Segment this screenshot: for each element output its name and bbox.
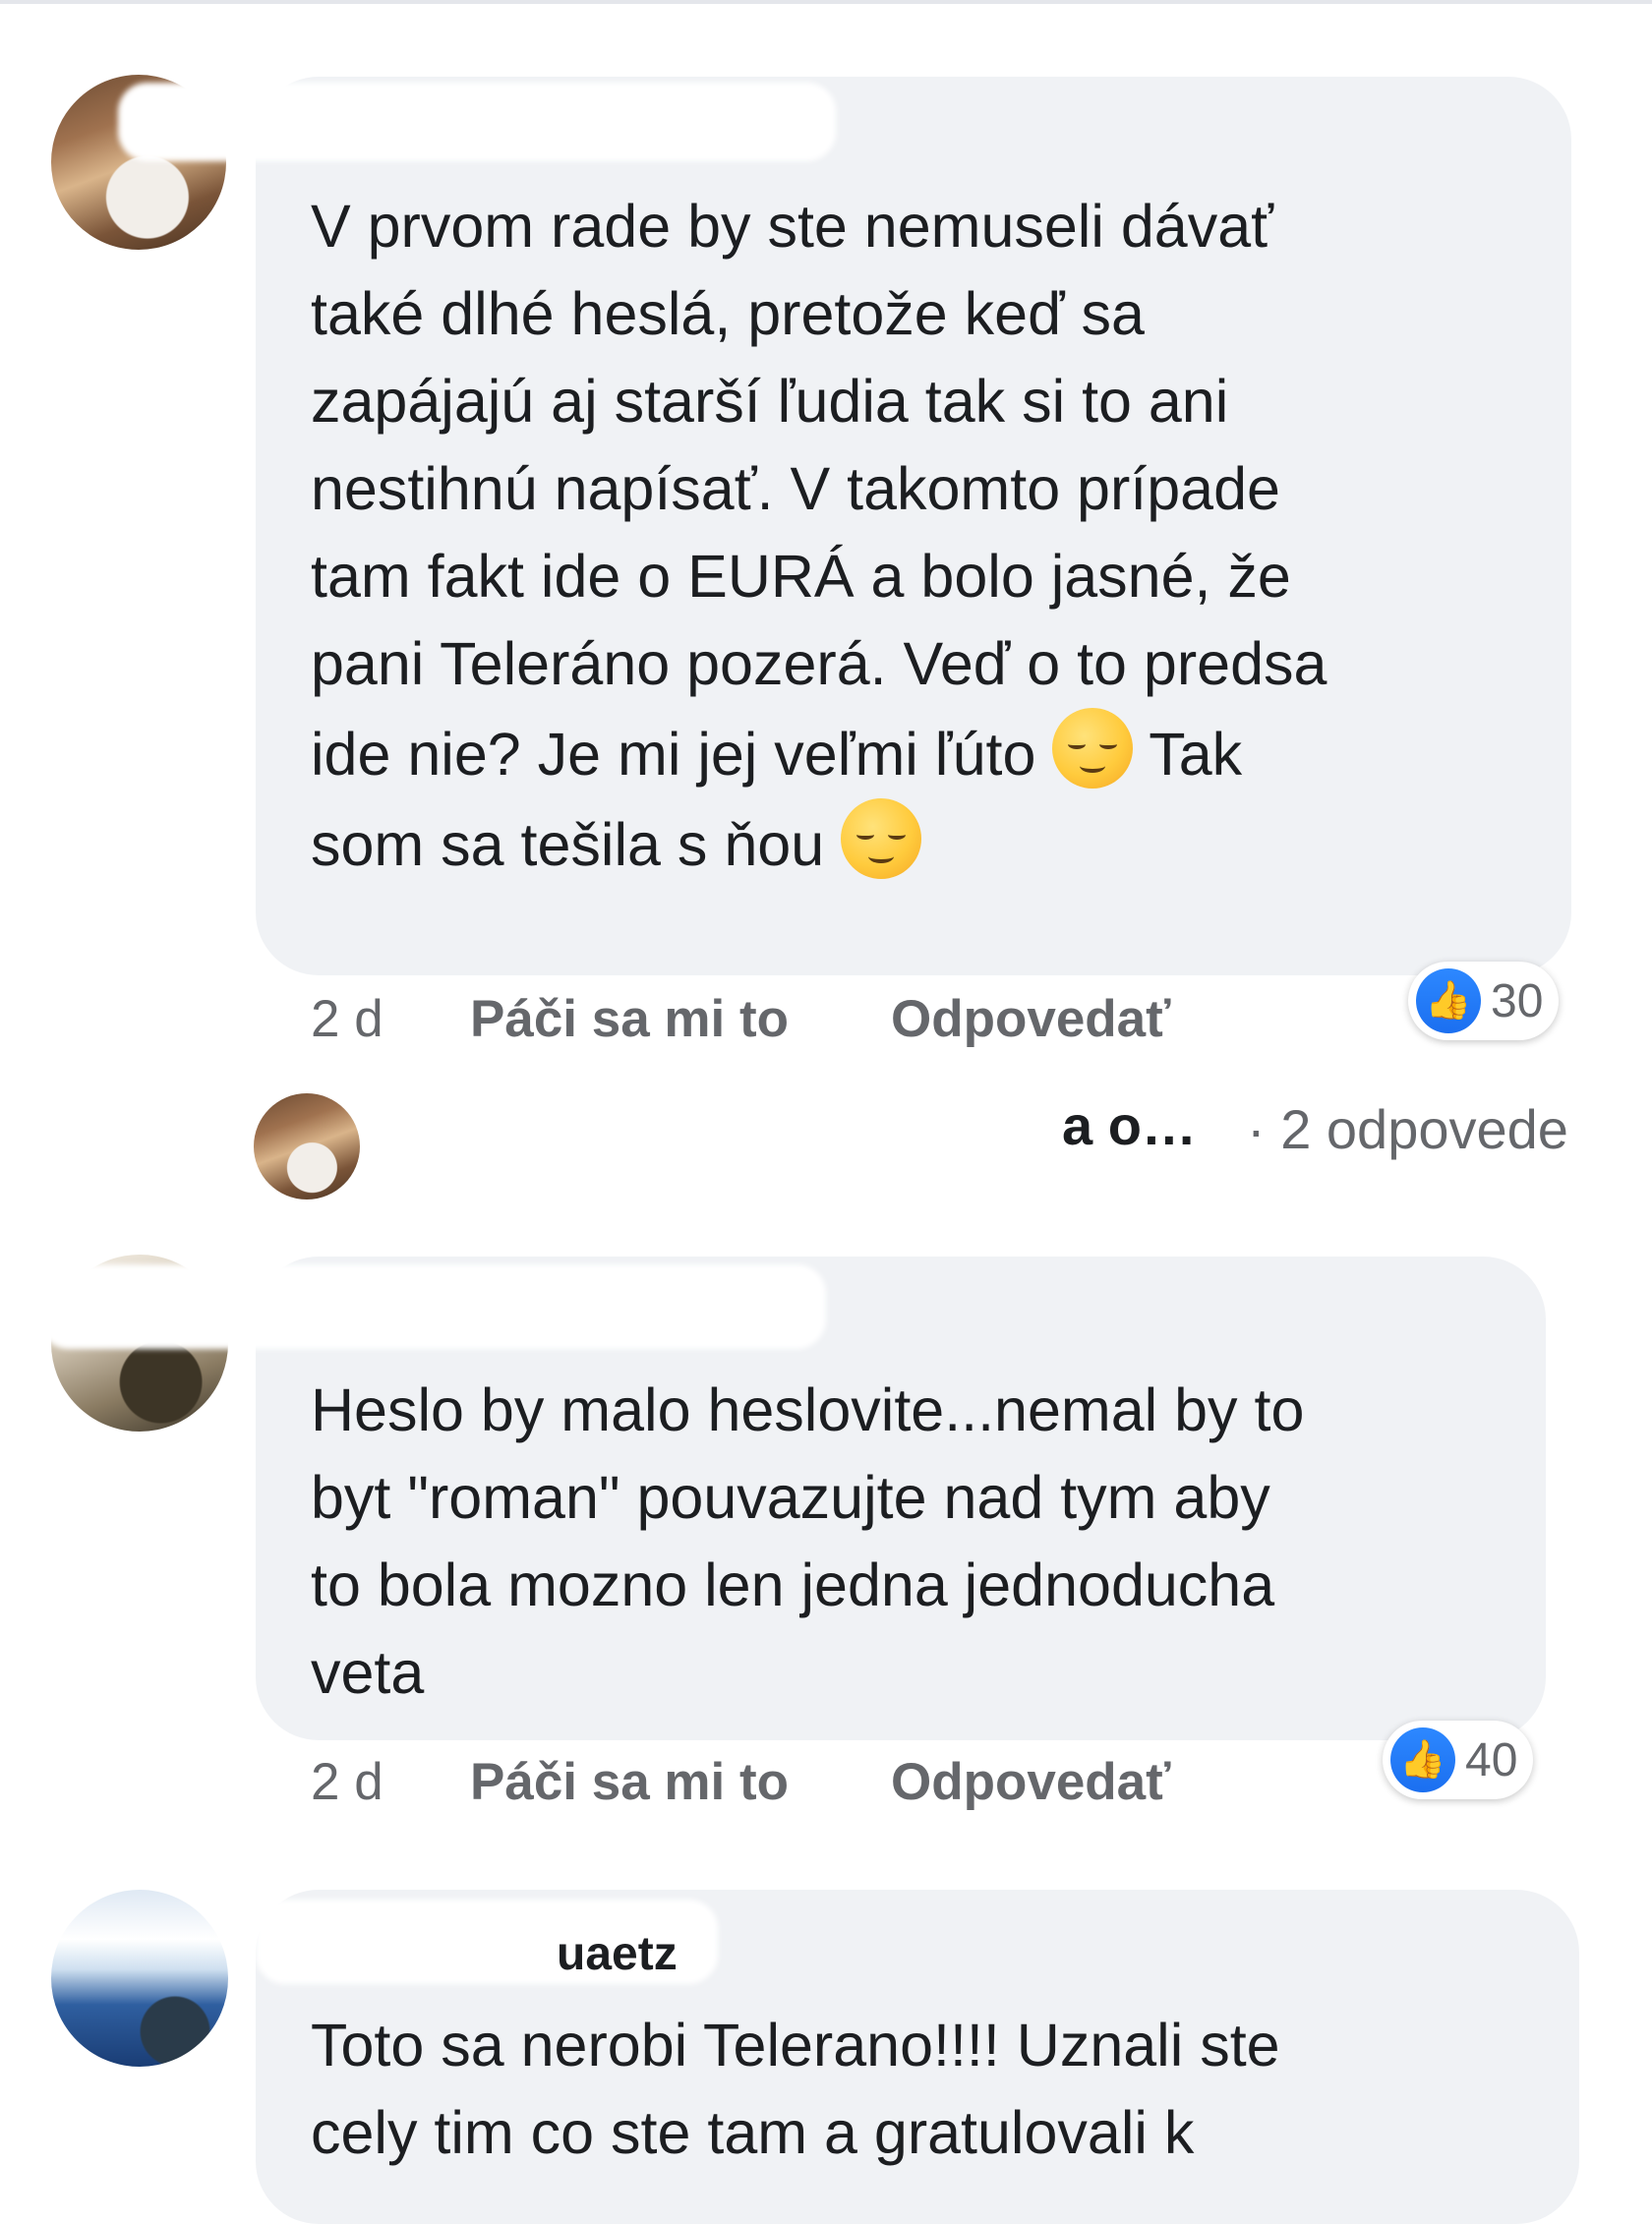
comment-time[interactable]: 2 d — [311, 989, 384, 1049]
comment-text: V prvom rade by ste nemuseli dávať také … — [311, 193, 1328, 879]
reaction-count: 40 — [1465, 1733, 1518, 1786]
thumbs-up-icon: 👍 — [1416, 968, 1481, 1033]
reply-preview-text[interactable]: a o… — [1062, 1093, 1197, 1157]
reaction-summary[interactable]: 👍 40 — [1383, 1721, 1534, 1799]
redacted-reply-preview — [374, 1082, 1121, 1176]
comment-text: Heslo by malo heslovite...nemal by to by… — [311, 1376, 1305, 1706]
redacted-name — [39, 1264, 826, 1349]
reply-button[interactable]: Odpovedať — [891, 989, 1171, 1049]
redacted-name — [118, 83, 836, 161]
comment-author-name[interactable]: uaetz — [557, 1927, 678, 1981]
smirking-face-emoji — [1052, 708, 1134, 789]
comment-text: Toto sa nerobi Telerano!!!! Uznali ste c… — [311, 2012, 1280, 2166]
reply-button[interactable]: Odpovedať — [891, 1752, 1171, 1812]
thumbs-up-icon: 👍 — [1390, 1727, 1455, 1792]
comment-time[interactable]: 2 d — [311, 1752, 384, 1812]
avatar[interactable] — [51, 1890, 228, 2067]
like-button[interactable]: Páči sa mi to — [470, 989, 789, 1049]
view-replies-link[interactable]: · 2 odpovede — [1247, 1097, 1568, 1161]
reply-avatar[interactable] — [254, 1093, 360, 1200]
top-divider — [0, 0, 1652, 4]
relieved-face-emoji — [841, 798, 922, 879]
reaction-count: 30 — [1491, 974, 1544, 1027]
reaction-summary[interactable]: 👍 30 — [1408, 962, 1560, 1040]
like-button[interactable]: Páči sa mi to — [470, 1752, 789, 1812]
